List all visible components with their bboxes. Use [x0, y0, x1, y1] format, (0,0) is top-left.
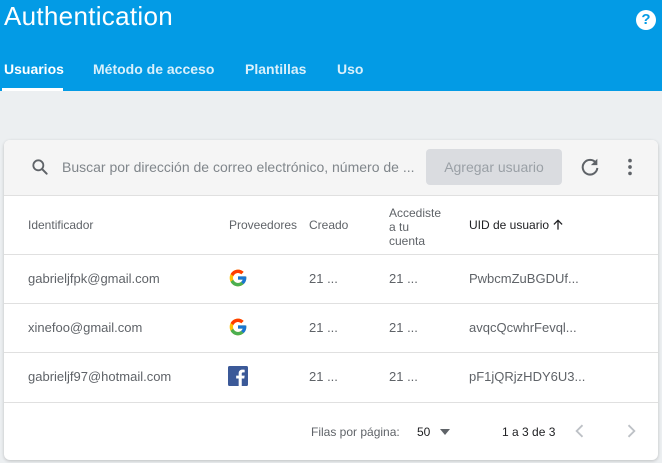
- column-header-created[interactable]: Creado: [309, 218, 348, 233]
- chevron-right-icon[interactable]: [621, 421, 641, 441]
- users-toolbar: Agregar usuario: [4, 140, 658, 196]
- pagination-range: 1 a 3 de 3: [502, 425, 556, 439]
- table-row[interactable]: xinefoo@gmail.com 21 ... 21 ... avqcQcwh…: [4, 303, 658, 352]
- active-tab-indicator: [2, 88, 63, 91]
- column-header-signed-in-line3[interactable]: cuenta: [389, 234, 425, 249]
- search-icon: [32, 159, 48, 175]
- rows-per-page-label: Filas por página:: [311, 425, 400, 439]
- cell-signed-in: 21 ...: [389, 320, 418, 335]
- tab-sign-in-method[interactable]: Método de acceso: [93, 60, 214, 78]
- sort-ascending-icon[interactable]: [551, 218, 565, 232]
- users-card: Agregar usuario Identificador Proveedore…: [4, 140, 658, 460]
- table-row[interactable]: gabrieljf97@hotmail.com 21 ... 21 ... pF…: [4, 352, 658, 401]
- page-title: Authentication: [4, 1, 173, 31]
- tab-users[interactable]: Usuarios: [4, 60, 64, 78]
- cell-created: 21 ...: [309, 369, 338, 384]
- cell-signed-in: 21 ...: [389, 369, 418, 384]
- search-input[interactable]: [62, 156, 422, 178]
- column-header-providers: Proveedores: [229, 218, 298, 232]
- add-user-button[interactable]: Agregar usuario: [426, 149, 562, 185]
- help-icon[interactable]: ?: [636, 10, 656, 30]
- cell-uid: pF1jQRjzHDY6U3...: [469, 369, 586, 384]
- column-header-identifier[interactable]: Identificador: [28, 218, 93, 233]
- google-icon: [229, 269, 247, 287]
- refresh-icon[interactable]: [579, 156, 601, 178]
- column-header-uid[interactable]: UID de usuario: [469, 218, 549, 233]
- column-header-signed-in-line2[interactable]: a tu: [389, 220, 409, 235]
- chevron-down-icon[interactable]: [440, 429, 450, 435]
- cell-uid: PwbcmZuBGDUf...: [469, 271, 579, 286]
- column-header-signed-in-line1[interactable]: Accediste: [389, 206, 441, 221]
- cell-identifier: gabrieljfpk@gmail.com: [28, 271, 160, 286]
- rows-per-page-select[interactable]: 50: [417, 425, 430, 440]
- cell-created: 21 ...: [309, 271, 338, 286]
- table-row[interactable]: gabrieljfpk@gmail.com 21 ... 21 ... Pwbc…: [4, 254, 658, 303]
- google-icon: [229, 318, 247, 336]
- more-vert-icon[interactable]: [619, 156, 641, 178]
- tab-usage[interactable]: Uso: [337, 60, 363, 78]
- table-footer: Filas por página: 50 1 a 3 de 3: [4, 402, 658, 460]
- cell-signed-in: 21 ...: [389, 271, 418, 286]
- cell-identifier: gabrieljf97@hotmail.com: [28, 369, 172, 384]
- facebook-icon: [228, 366, 248, 386]
- cell-identifier: xinefoo@gmail.com: [28, 320, 143, 335]
- cell-created: 21 ...: [309, 320, 338, 335]
- chevron-left-icon[interactable]: [570, 421, 590, 441]
- tab-templates[interactable]: Plantillas: [245, 60, 306, 78]
- cell-uid: avqcQcwhrFevql...: [469, 320, 577, 335]
- app-header: Authentication ? Usuarios Método de acce…: [0, 0, 662, 91]
